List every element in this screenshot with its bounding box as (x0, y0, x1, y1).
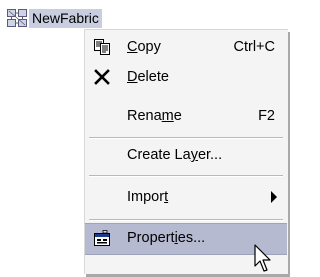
submenu-arrow-icon (271, 191, 277, 203)
menu-item-delete[interactable]: Delete (85, 62, 287, 92)
context-menu: Copy Ctrl+C Delete Rename F2 Create Laye… (84, 29, 288, 274)
menu-item-create-layer[interactable]: Create Layer... (85, 140, 287, 170)
fabric-icon (7, 9, 27, 27)
menu-item-copy-shortcut: Ctrl+C (233, 39, 276, 55)
menu-item-import[interactable]: Import (85, 182, 287, 212)
menu-separator (89, 219, 283, 221)
menu-item-copy[interactable]: Copy Ctrl+C (85, 32, 287, 62)
menu-item-copy-label: Copy (127, 39, 161, 55)
menu-separator (89, 137, 283, 139)
mouse-cursor-icon (254, 244, 271, 272)
menu-item-import-label: Import (127, 189, 169, 205)
copy-icon (94, 39, 110, 55)
menu-item-rename-shortcut: F2 (258, 108, 275, 124)
menu-item-delete-label: Delete (127, 69, 169, 85)
menu-item-properties-label: Properties... (127, 230, 206, 246)
menu-separator (89, 175, 283, 177)
menu-item-rename[interactable]: Rename F2 (85, 101, 287, 131)
menu-item-create-layer-label: Create Layer... (127, 147, 223, 163)
properties-icon (94, 230, 110, 246)
tree-node-label: NewFabric (29, 8, 102, 28)
menu-item-rename-label: Rename (127, 108, 182, 124)
delete-x-icon (94, 69, 110, 85)
tree-node-newfabric[interactable]: NewFabric (7, 8, 102, 28)
